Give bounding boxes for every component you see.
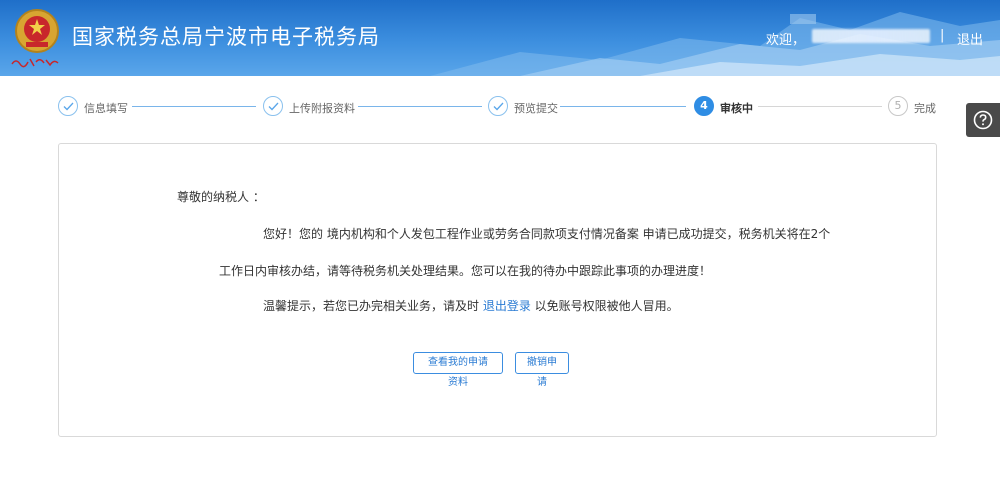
step-1-check-icon	[58, 96, 78, 116]
site-title: 国家税务总局宁波市电子税务局	[72, 25, 380, 49]
message-line-2: 工作日内审核办结，请等待税务机关处理结果。您可以在我的待办中跟踪此事项的办理进度…	[219, 264, 712, 278]
tax-emblem-icon	[15, 9, 59, 53]
help-button[interactable]	[966, 103, 1000, 137]
step-connector	[132, 106, 256, 107]
step-connector	[758, 106, 882, 107]
message-line-1-prefix: 您好！您的	[263, 227, 327, 241]
logout-link[interactable]: 退出	[957, 29, 983, 48]
tip-suffix: 以免账号权限被他人冒用。	[530, 299, 679, 313]
username-redacted	[812, 29, 930, 43]
view-application-button[interactable]: 查看我的申请资料	[413, 352, 503, 388]
welcome-text: 欢迎，	[766, 33, 806, 48]
step-5-number: 5	[888, 96, 908, 116]
question-circle-icon	[973, 110, 993, 130]
step-4-number: 4	[694, 96, 714, 116]
greeting-text: 尊敬的纳税人 ：	[177, 190, 265, 204]
header-separator: |	[940, 28, 945, 43]
step-3-label: 预览提交	[514, 102, 558, 115]
step-2-check-icon	[263, 96, 283, 116]
result-card: 尊敬的纳税人 ： 您好！您的 境内机构和个人发包工程作业或劳务合同款项支付情况备…	[58, 143, 937, 437]
tip-prefix: 温馨提示，若您已办完相关业务，请及时	[263, 299, 483, 313]
logout-inline-link[interactable]: 退出登录	[483, 299, 531, 313]
message-line-1: 您好！您的 境内机构和个人发包工程作业或劳务合同款项支付情况备案 申请已成功提交…	[263, 225, 830, 242]
step-5-label: 完成	[914, 102, 936, 115]
step-1-label: 信息填写	[84, 102, 128, 115]
step-4-label: 审核中	[720, 102, 753, 115]
message-line-3: 温馨提示，若您已办完相关业务，请及时 退出登录 以免账号权限被他人冒用。	[263, 297, 679, 314]
progress-steps: 信息填写 上传附报资料 预览提交 4 审核中 5 完成	[0, 96, 1000, 120]
step-2-label: 上传附报资料	[289, 102, 355, 115]
matter-name: 境内机构和个人发包工程作业或劳务合同款项支付情况备案	[326, 227, 639, 241]
calligraphy-logo-icon	[11, 58, 59, 68]
step-3-check-icon	[488, 96, 508, 116]
message-line-1-suffix: 申请已成功提交，税务机关将在2个	[638, 227, 831, 241]
step-connector	[358, 106, 482, 107]
header-banner: 国家税务总局宁波市电子税务局 欢迎， | 退出	[0, 0, 1000, 76]
step-connector	[560, 106, 686, 107]
cancel-application-button[interactable]: 撤销申请	[515, 352, 569, 388]
